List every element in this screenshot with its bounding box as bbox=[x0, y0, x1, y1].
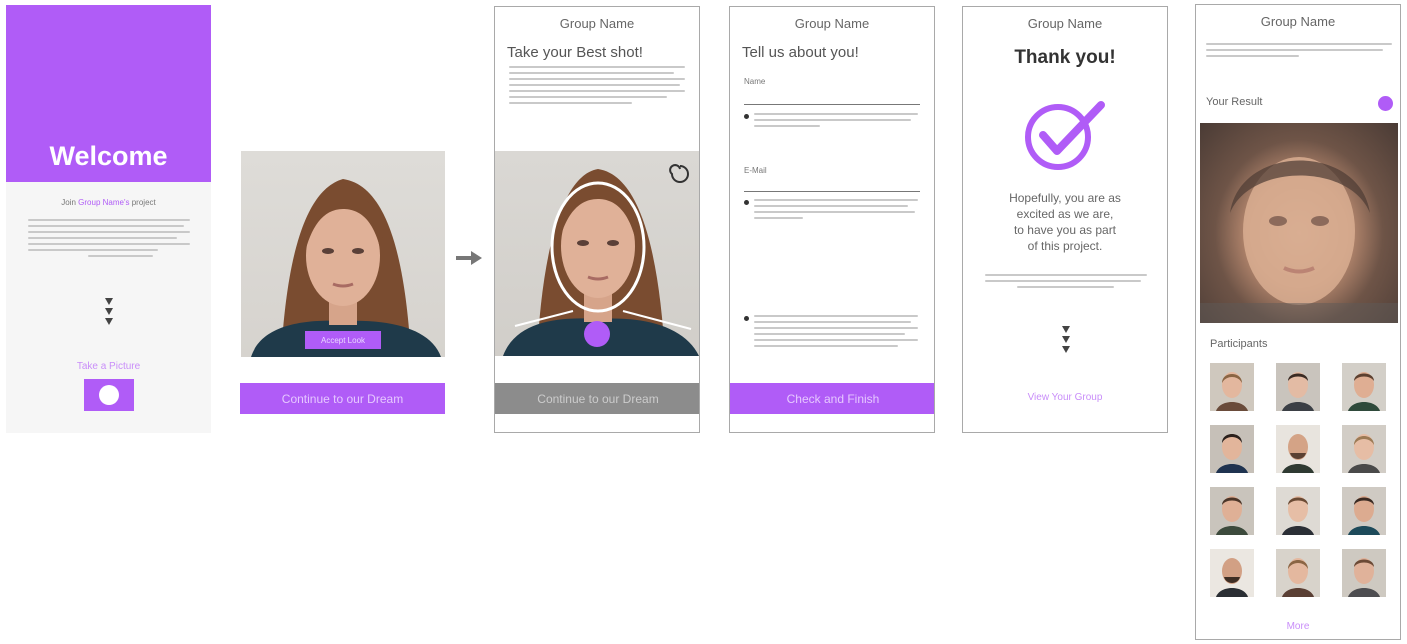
best-shot-screen: Group Name Take your Best shot! Continue… bbox=[494, 6, 700, 433]
name-help-text bbox=[754, 113, 918, 131]
bullet bbox=[744, 114, 749, 119]
result-intro-text bbox=[1206, 43, 1392, 61]
participant-avatar[interactable] bbox=[1276, 425, 1320, 473]
welcome-description bbox=[28, 219, 190, 261]
join-text: Join Group Name's project bbox=[61, 198, 156, 207]
participant-avatar[interactable] bbox=[1276, 363, 1320, 411]
switch-camera-icon[interactable] bbox=[669, 163, 691, 185]
participant-avatar[interactable] bbox=[1342, 363, 1386, 411]
captured-photo: Accept Look bbox=[241, 151, 445, 357]
welcome-header: Welcome bbox=[6, 5, 211, 182]
participants-label: Participants bbox=[1210, 338, 1268, 350]
email-help-text bbox=[754, 199, 918, 223]
portrait-image bbox=[251, 179, 441, 357]
consent-text bbox=[754, 315, 918, 351]
participants-grid bbox=[1210, 363, 1390, 603]
best-shot-heading: Take your Best shot! bbox=[507, 44, 643, 61]
group-name-header: Group Name bbox=[559, 16, 635, 31]
your-result-label: Your Result bbox=[1206, 96, 1263, 108]
email-label: E-Mail bbox=[744, 166, 767, 175]
participant-avatar[interactable] bbox=[1210, 487, 1254, 535]
group-name-header: Group Name bbox=[1260, 14, 1336, 29]
thank-you-heading: Thank you! bbox=[1014, 47, 1116, 68]
take-picture-label[interactable]: Take a Picture bbox=[6, 361, 211, 372]
bullet bbox=[744, 200, 749, 205]
result-badge[interactable] bbox=[1378, 96, 1393, 111]
result-screen: Group Name Your Result Participants More bbox=[1195, 4, 1401, 640]
result-composite-image bbox=[1200, 123, 1398, 323]
thank-you-screen: Group Name Thank you! Hopefully, you are… bbox=[962, 6, 1168, 433]
camera-preview bbox=[495, 151, 699, 356]
participant-avatar[interactable] bbox=[1342, 487, 1386, 535]
about-you-screen: Group Name Tell us about you! Name E-Mai… bbox=[729, 6, 935, 433]
group-name-header: Group Name bbox=[1027, 16, 1103, 31]
best-shot-description bbox=[509, 66, 685, 108]
group-name-header: Group Name bbox=[794, 16, 870, 31]
thank-you-description bbox=[985, 274, 1147, 292]
participant-avatar[interactable] bbox=[1276, 487, 1320, 535]
continue-grey-button[interactable]: Continue to our Dream bbox=[495, 383, 699, 414]
thank-you-message: Hopefully, you are as excited as we are,… bbox=[1009, 191, 1121, 253]
participant-avatar[interactable] bbox=[1210, 549, 1254, 597]
capture-button[interactable] bbox=[584, 321, 610, 347]
bullet bbox=[744, 316, 749, 321]
down-arrows bbox=[102, 295, 116, 328]
check-finish-button[interactable]: Check and Finish bbox=[730, 383, 934, 414]
about-you-heading: Tell us about you! bbox=[742, 44, 859, 61]
welcome-screen: Welcome Join Group Name's project Take a… bbox=[6, 5, 211, 433]
view-group-link[interactable]: View Your Group bbox=[963, 392, 1167, 403]
participant-avatar[interactable] bbox=[1276, 549, 1320, 597]
email-field[interactable] bbox=[744, 191, 920, 192]
participant-avatar[interactable] bbox=[1342, 549, 1386, 597]
participant-avatar[interactable] bbox=[1210, 425, 1254, 473]
shutter-icon bbox=[99, 385, 119, 405]
arrow-right-icon bbox=[456, 251, 482, 265]
participant-avatar[interactable] bbox=[1210, 363, 1254, 411]
checkmark-icon bbox=[1025, 101, 1105, 170]
down-arrows bbox=[1059, 323, 1073, 356]
join-group-name: Group Name's bbox=[78, 198, 130, 207]
participant-avatar[interactable] bbox=[1342, 425, 1386, 473]
welcome-title: Welcome bbox=[49, 141, 168, 171]
name-field[interactable] bbox=[744, 104, 920, 105]
name-label: Name bbox=[744, 77, 766, 86]
more-link[interactable]: More bbox=[1196, 621, 1400, 632]
continue-button[interactable]: Continue to our Dream bbox=[240, 383, 445, 414]
accept-look-button[interactable]: Accept Look bbox=[305, 331, 381, 349]
camera-button[interactable] bbox=[84, 379, 134, 411]
